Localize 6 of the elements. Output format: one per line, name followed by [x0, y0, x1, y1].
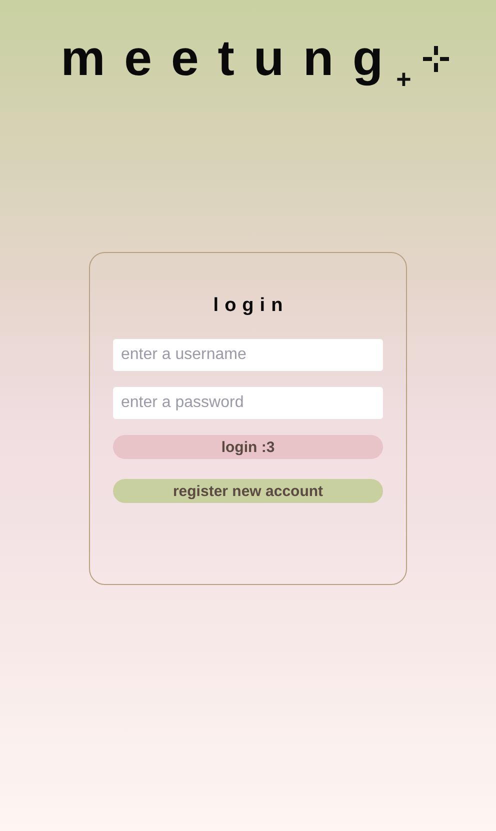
register-button[interactable]: register new account [113, 479, 383, 503]
input-field[interactable]: enter a username [113, 339, 383, 371]
login-button[interactable]: login :3 [113, 435, 383, 459]
login-title: login [213, 295, 289, 317]
input-field[interactable]: enter a password [113, 387, 383, 419]
sparkle-icon [423, 46, 450, 72]
